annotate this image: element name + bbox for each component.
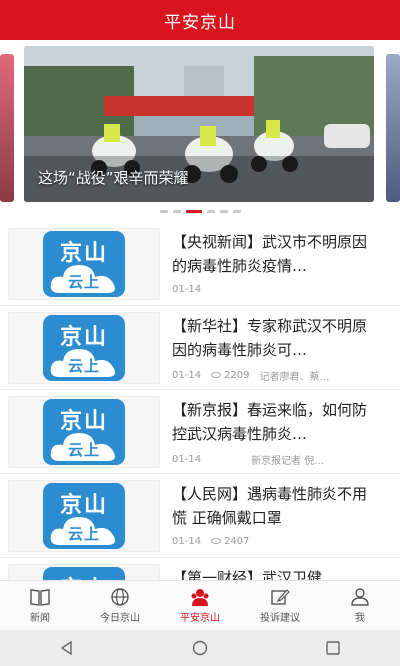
news-list: 京山 云上 【央视新闻】武汉市不明原因的病毒性肺炎疫情… 01-14 京山 云上… <box>0 222 400 580</box>
tab-complaints[interactable]: 投诉建议 <box>240 581 320 630</box>
logo-text-bottom: 云上 <box>67 357 100 375</box>
logo-text-top: 京山 <box>43 571 125 580</box>
jingshan-logo: 京山 云上 <box>43 483 125 549</box>
carousel-dot <box>219 210 228 213</box>
news-date: 01-14 <box>172 536 202 547</box>
eye-icon <box>211 538 222 544</box>
view-count: 2407 <box>211 536 250 547</box>
tab-label: 今日京山 <box>100 612 140 624</box>
news-date: 01-14 <box>172 284 202 295</box>
tab-label: 平安京山 <box>180 612 220 624</box>
news-meta: 01-14 <box>172 284 392 295</box>
recents-icon[interactable] <box>325 640 341 656</box>
news-author: 新京报记者 倪… <box>251 456 325 467</box>
list-item[interactable]: 京山 云上 【人民网】遇病毒性肺炎不用慌 正确佩戴口罩 01-14 2407 <box>0 474 400 558</box>
news-date: 01-14 <box>172 454 202 465</box>
carousel-dot <box>172 210 181 213</box>
banner-slide[interactable]: 这场“战役”艰辛而荣耀 <box>24 46 374 202</box>
news-title: 【央视新闻】武汉市不明原因的病毒性肺炎疫情… <box>172 233 368 275</box>
banner-carousel[interactable]: 这场“战役”艰辛而荣耀 <box>0 40 400 220</box>
news-author: 记者廖君、蔡… <box>259 372 330 383</box>
globe-icon <box>111 587 129 606</box>
bottom-tab-bar: 新闻 今日京山 平安京山 投诉建议 我 <box>0 580 400 630</box>
next-slide-peek[interactable] <box>386 54 400 202</box>
news-meta: 01-14 新京报记者 倪… <box>172 452 392 467</box>
news-title: 【新京报】春运来临，如何防控武汉病毒性肺炎… <box>172 401 368 443</box>
jingshan-logo: 京山 云上 <box>43 315 125 381</box>
carousel-dot-active <box>185 210 202 213</box>
news-thumbnail: 京山 云上 <box>8 396 160 468</box>
list-item[interactable]: 京山 云上 【央视新闻】武汉市不明原因的病毒性肺炎疫情… 01-14 <box>0 222 400 306</box>
previous-slide-peek[interactable] <box>0 54 14 202</box>
news-title: 【第一财经】武汉卫健 <box>172 569 323 580</box>
app-header: 平安京山 <box>0 0 400 40</box>
logo-text-bottom: 云上 <box>67 525 100 543</box>
news-thumbnail: 京山 云上 <box>8 228 160 300</box>
home-icon[interactable] <box>192 640 208 656</box>
tab-label: 新闻 <box>30 612 50 624</box>
news-meta: 01-14 2209 记者廖君、蔡… <box>172 368 392 383</box>
book-icon <box>30 588 50 606</box>
news-meta: 01-14 2407 <box>172 536 392 547</box>
logo-text-bottom: 云上 <box>67 441 100 459</box>
edit-icon <box>271 588 290 605</box>
tab-news[interactable]: 新闻 <box>0 581 80 630</box>
news-thumbnail: 京山 云上 <box>8 480 160 552</box>
carousel-dot <box>206 210 215 213</box>
news-title: 【人民网】遇病毒性肺炎不用慌 正确佩戴口罩 <box>172 485 368 527</box>
news-thumbnail: 京山 <box>8 564 160 580</box>
tab-ping-an-jingshan[interactable]: 平安京山 <box>160 581 240 630</box>
eye-icon <box>211 372 222 378</box>
news-date: 01-14 <box>172 370 202 381</box>
carousel-indicator <box>0 210 400 213</box>
carousel-dot <box>232 210 241 213</box>
view-count-value: 2407 <box>224 536 250 547</box>
news-title: 【新华社】专家称武汉不明原因的病毒性肺炎可… <box>172 317 368 359</box>
person-icon <box>351 587 369 606</box>
police-icon <box>191 588 209 606</box>
system-navigation-bar <box>0 630 400 666</box>
jingshan-logo: 京山 云上 <box>43 399 125 465</box>
banner-caption: 这场“战役”艰辛而荣耀 <box>38 169 189 187</box>
view-count-value: 2209 <box>224 370 250 381</box>
tab-me[interactable]: 我 <box>320 581 400 630</box>
carousel-dot <box>159 210 168 213</box>
page-title: 平安京山 <box>164 12 236 33</box>
list-item[interactable]: 京山 【第一财经】武汉卫健 <box>0 558 400 580</box>
back-icon[interactable] <box>59 640 75 656</box>
news-thumbnail: 京山 云上 <box>8 312 160 384</box>
list-item[interactable]: 京山 云上 【新京报】春运来临，如何防控武汉病毒性肺炎… 01-14 新京报记者… <box>0 390 400 474</box>
tab-today-jingshan[interactable]: 今日京山 <box>80 581 160 630</box>
view-count: 2209 <box>211 370 250 381</box>
jingshan-logo: 京山 云上 <box>43 231 125 297</box>
tab-label: 我 <box>355 612 365 624</box>
jingshan-logo: 京山 <box>43 567 125 580</box>
tab-label: 投诉建议 <box>260 612 300 624</box>
logo-text-bottom: 云上 <box>67 273 100 291</box>
list-item[interactable]: 京山 云上 【新华社】专家称武汉不明原因的病毒性肺炎可… 01-14 2209 … <box>0 306 400 390</box>
